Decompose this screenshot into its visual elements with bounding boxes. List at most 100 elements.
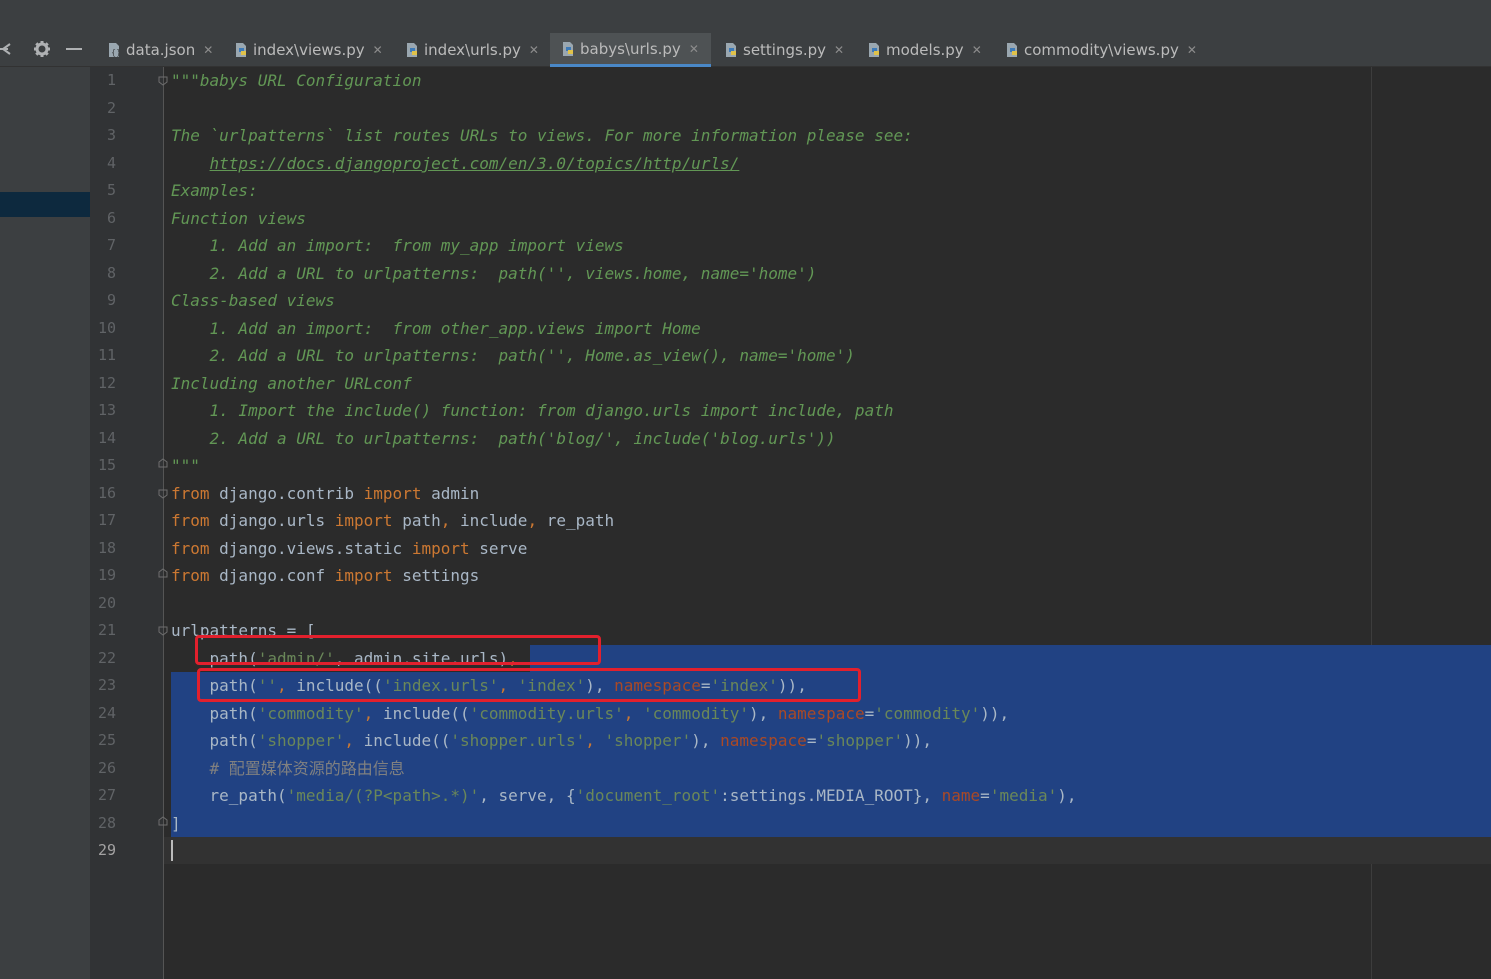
string: 'media/(?P<path>.*)' (286, 786, 480, 805)
comma: , (440, 511, 451, 530)
module: django.contrib (209, 484, 364, 503)
line-number: 27 (97, 786, 116, 804)
line-number: 5 (106, 181, 116, 199)
line-number: 2 (106, 98, 116, 117)
code-line-27[interactable]: re_path('media/(?P<path>.*)', serve, {'d… (171, 786, 1077, 806)
close-icon[interactable]: ✕ (1187, 43, 1197, 57)
annotation-box (197, 668, 861, 702)
code-text: )), (903, 731, 933, 750)
code-line-4[interactable]: https://docs.djangoproject.com/en/3.0/to… (171, 154, 740, 174)
fold-icon[interactable] (158, 458, 168, 468)
code-text: path( (171, 731, 258, 750)
tab-commodity-views[interactable]: commodity\views.py ✕ (998, 33, 1208, 67)
tab-label: babys\urls.py (580, 39, 681, 58)
code-text: = (806, 731, 817, 750)
code-line-17[interactable]: from django.urls import path, include, r… (171, 511, 614, 531)
string: 'shopper' (816, 731, 904, 750)
string: 'document_root' (575, 786, 721, 805)
line-number: 24 (97, 703, 116, 722)
code-line-26[interactable]: # 配置媒体资源的路由信息 (171, 759, 405, 779)
string: 'commodity' (257, 704, 364, 723)
module: django.urls (209, 511, 335, 530)
minimize-icon[interactable] (64, 38, 84, 60)
keyword: from (171, 539, 210, 558)
code-text: include(( (363, 731, 451, 750)
code-line-3[interactable]: The `urlpatterns` list routes URLs to vi… (171, 126, 913, 146)
close-icon[interactable]: ✕ (689, 42, 699, 56)
collapse-icon[interactable] (0, 38, 12, 60)
code-line-6[interactable]: Function views (171, 209, 306, 229)
fold-icon[interactable] (158, 489, 168, 499)
line-number: 16 (97, 483, 116, 502)
docs-link[interactable]: https://docs.djangoproject.com/en/3.0/to… (210, 154, 740, 173)
named-arg: namespace (720, 731, 807, 750)
code-line-16[interactable]: from django.contrib import admin (171, 484, 479, 504)
line-number: 12 (97, 373, 116, 392)
tab-index-views[interactable]: index\views.py ✕ (227, 33, 393, 67)
project-panel[interactable] (0, 67, 90, 979)
code-line-12[interactable]: Including another URLconf (171, 374, 412, 394)
gear-icon[interactable] (31, 38, 53, 60)
comma: , (363, 704, 383, 723)
string: 'commodity.urls' (469, 704, 624, 723)
code-text: )), (980, 704, 1010, 723)
fold-icon[interactable] (158, 568, 168, 578)
code-text: , serve, { (479, 786, 576, 805)
name: path (392, 511, 441, 530)
tab-label: data.json (126, 41, 196, 59)
line-number: 6 (106, 208, 116, 227)
close-icon[interactable]: ✕ (834, 43, 844, 57)
fold-icon[interactable] (158, 76, 168, 86)
json-file-icon: {} (106, 42, 122, 58)
comma: , (623, 704, 644, 723)
code-text: include(( (382, 704, 470, 723)
code-line-8[interactable]: 2. Add a URL to urlpatterns: path('', vi… (171, 264, 817, 284)
tab-index-urls[interactable]: index\urls.py ✕ (398, 33, 548, 67)
line-number: 1 (106, 71, 116, 89)
tab-babys-urls[interactable]: babys\urls.py ✕ (550, 33, 711, 67)
fold-icon[interactable] (158, 816, 168, 826)
code-line-10[interactable]: 1. Add an import: from other_app.views i… (171, 319, 701, 339)
name: re_path (537, 511, 615, 530)
line-number: 23 (97, 676, 116, 694)
tab-data-json[interactable]: {} data.json ✕ (100, 33, 218, 67)
keyword: import (411, 539, 470, 558)
name: include (450, 511, 528, 530)
code-line-24[interactable]: path('commodity', include(('commodity.ur… (171, 704, 1010, 724)
code-line-28[interactable]: ] (171, 814, 181, 834)
code-line-11[interactable]: 2. Add a URL to urlpatterns: path('', Ho… (171, 346, 855, 366)
close-icon[interactable]: ✕ (972, 43, 982, 57)
python-file-icon (233, 42, 249, 58)
code-line-15[interactable]: """ (171, 456, 200, 476)
close-icon[interactable]: ✕ (203, 43, 213, 57)
tab-models[interactable]: models.py ✕ (860, 33, 995, 67)
close-icon[interactable]: ✕ (529, 43, 539, 57)
name: settings (392, 566, 480, 585)
code-line-19[interactable]: from django.conf import settings (171, 566, 479, 586)
code-line-9[interactable]: Class-based views (171, 291, 335, 311)
fold-icon[interactable] (158, 626, 168, 636)
code-text: = (980, 786, 990, 805)
tab-label: index\views.py (253, 41, 365, 59)
string: 'commodity' (643, 704, 749, 723)
python-file-icon (866, 42, 882, 58)
python-file-icon (723, 42, 739, 58)
tab-settings[interactable]: settings.py ✕ (717, 33, 857, 67)
code-line-1[interactable]: """babys URL Configuration (171, 71, 421, 91)
annotation-box (195, 635, 601, 665)
code-text: ), (1057, 786, 1077, 805)
string: 'shopper' (604, 731, 692, 750)
string: 'shopper.urls' (450, 731, 586, 750)
code-line-14[interactable]: 2. Add a URL to urlpatterns: path('blog/… (171, 429, 836, 449)
code-line-7[interactable]: 1. Add an import: from my_app import vie… (171, 236, 624, 256)
comma: , (527, 511, 538, 530)
tab-label: commodity\views.py (1024, 41, 1179, 59)
code-text: re_path( (171, 786, 287, 805)
code-line-13[interactable]: 1. Import the include() function: from d… (171, 401, 894, 421)
close-icon[interactable]: ✕ (373, 43, 383, 57)
line-number: 8 (106, 263, 116, 282)
code-line-18[interactable]: from django.views.static import serve (171, 539, 527, 559)
selected-tree-item[interactable] (0, 192, 90, 217)
code-line-25[interactable]: path('shopper', include(('shopper.urls',… (171, 731, 933, 751)
code-line-5[interactable]: Examples: (171, 181, 258, 201)
